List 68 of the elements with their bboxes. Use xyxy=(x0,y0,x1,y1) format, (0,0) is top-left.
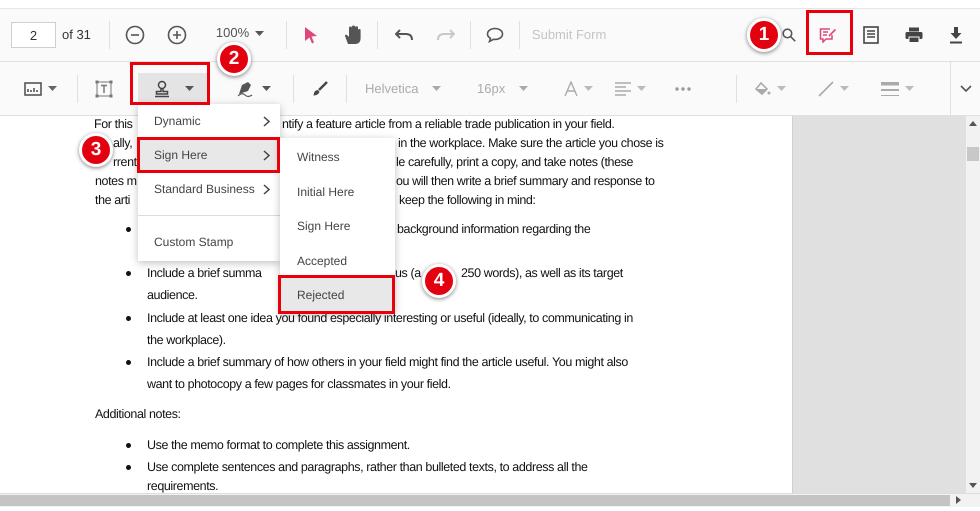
caret-icon xyxy=(584,86,594,91)
scroll-up-icon[interactable] xyxy=(969,121,977,126)
menu-item[interactable]: Standard Business xyxy=(138,172,280,206)
document-text: 250 words), as well as its target xyxy=(461,265,623,282)
document-text: audience. xyxy=(147,287,198,304)
caret-icon xyxy=(519,86,528,91)
page-count: of 31 xyxy=(62,26,91,44)
align-left-icon xyxy=(615,82,632,96)
caret-icon xyxy=(255,30,264,36)
document-text: Use complete sentences and paragraphs, rather than bulleted texts, to address all the xyxy=(147,459,588,476)
vertical-scrollbar[interactable] xyxy=(966,116,980,493)
letter-a-icon xyxy=(564,80,578,96)
chevron-right-icon xyxy=(263,150,270,160)
document-text: le carefully, print a copy, and take notes (these xyxy=(396,154,634,171)
document-text: Include a brief summary of how others in your field might find the article useful. You might also xyxy=(147,354,628,371)
document-text: ntify a feature article from a reliable trade publication in your field. xyxy=(282,116,614,133)
scroll-right-icon[interactable] xyxy=(956,496,961,504)
document-text: Additional notes: xyxy=(95,406,181,423)
caret-icon xyxy=(905,86,914,91)
document-text: notes m xyxy=(95,173,137,190)
page-number-field[interactable]: 2 xyxy=(11,22,56,48)
stamp-icon xyxy=(152,80,170,98)
document-text: requirements. xyxy=(147,478,218,493)
document-text: want to photocopy a few pages for classmates in your field. xyxy=(147,376,451,393)
caret-icon xyxy=(637,86,646,91)
document-text: Include a brief summa xyxy=(147,265,262,282)
document-text: background information regarding the xyxy=(397,221,590,238)
document-text: ou will then write a brief summary and response to xyxy=(396,173,655,190)
caret-icon xyxy=(777,86,786,91)
text-box-icon[interactable] xyxy=(94,78,114,100)
zoom-in-icon[interactable] xyxy=(166,24,188,46)
bar-chart-icon xyxy=(24,82,42,96)
caret-icon xyxy=(184,86,194,91)
document-text: ally, xyxy=(113,135,132,152)
scroll-thumb[interactable] xyxy=(967,147,979,161)
menu-item[interactable]: Accepted xyxy=(280,244,395,278)
menu-item[interactable]: Dynamic xyxy=(138,104,280,138)
zoom-out-icon[interactable] xyxy=(124,24,146,46)
chevron-right-icon xyxy=(263,184,270,194)
caret-icon xyxy=(840,86,850,91)
highlight-box xyxy=(806,10,853,55)
stamp-button[interactable] xyxy=(138,72,208,104)
diagonal-line-icon xyxy=(818,80,834,96)
menu-item[interactable]: Custom Stamp xyxy=(138,225,280,259)
menu-item[interactable]: Rejected xyxy=(280,278,395,312)
caret-icon xyxy=(262,86,271,91)
menu-item[interactable]: Sign Here xyxy=(280,209,395,244)
document-text: Include at least one idea you found especially interesting or useful (ideally, to communicating in xyxy=(147,310,633,327)
horizontal-scrollbar[interactable] xyxy=(0,493,980,507)
document-text: rrent xyxy=(113,154,137,171)
line-weight-icon xyxy=(881,80,900,96)
menu-item[interactable]: Initial Here xyxy=(280,174,395,209)
scroll-down-icon[interactable] xyxy=(969,483,977,488)
form-icon[interactable] xyxy=(861,24,881,46)
chevron-right-icon xyxy=(263,116,270,126)
document-text: the arti xyxy=(95,192,130,209)
document-text: Use the memo format to complete this assignment. xyxy=(147,437,410,454)
zoom-dropdown[interactable]: 100% xyxy=(216,26,276,40)
paint-bucket-icon xyxy=(755,82,772,96)
caret-icon xyxy=(48,86,57,91)
document-text: the workplace). xyxy=(147,332,226,349)
menu-item[interactable]: Witness xyxy=(280,140,395,174)
document-text: in the workplace. Make sure the article you chose is xyxy=(398,135,664,152)
hand-icon[interactable] xyxy=(342,24,363,46)
document-text: keep the following in mind: xyxy=(399,192,536,209)
document-text: For this xyxy=(94,116,132,133)
document-text: us (a xyxy=(395,265,421,282)
caret-icon xyxy=(432,86,442,91)
